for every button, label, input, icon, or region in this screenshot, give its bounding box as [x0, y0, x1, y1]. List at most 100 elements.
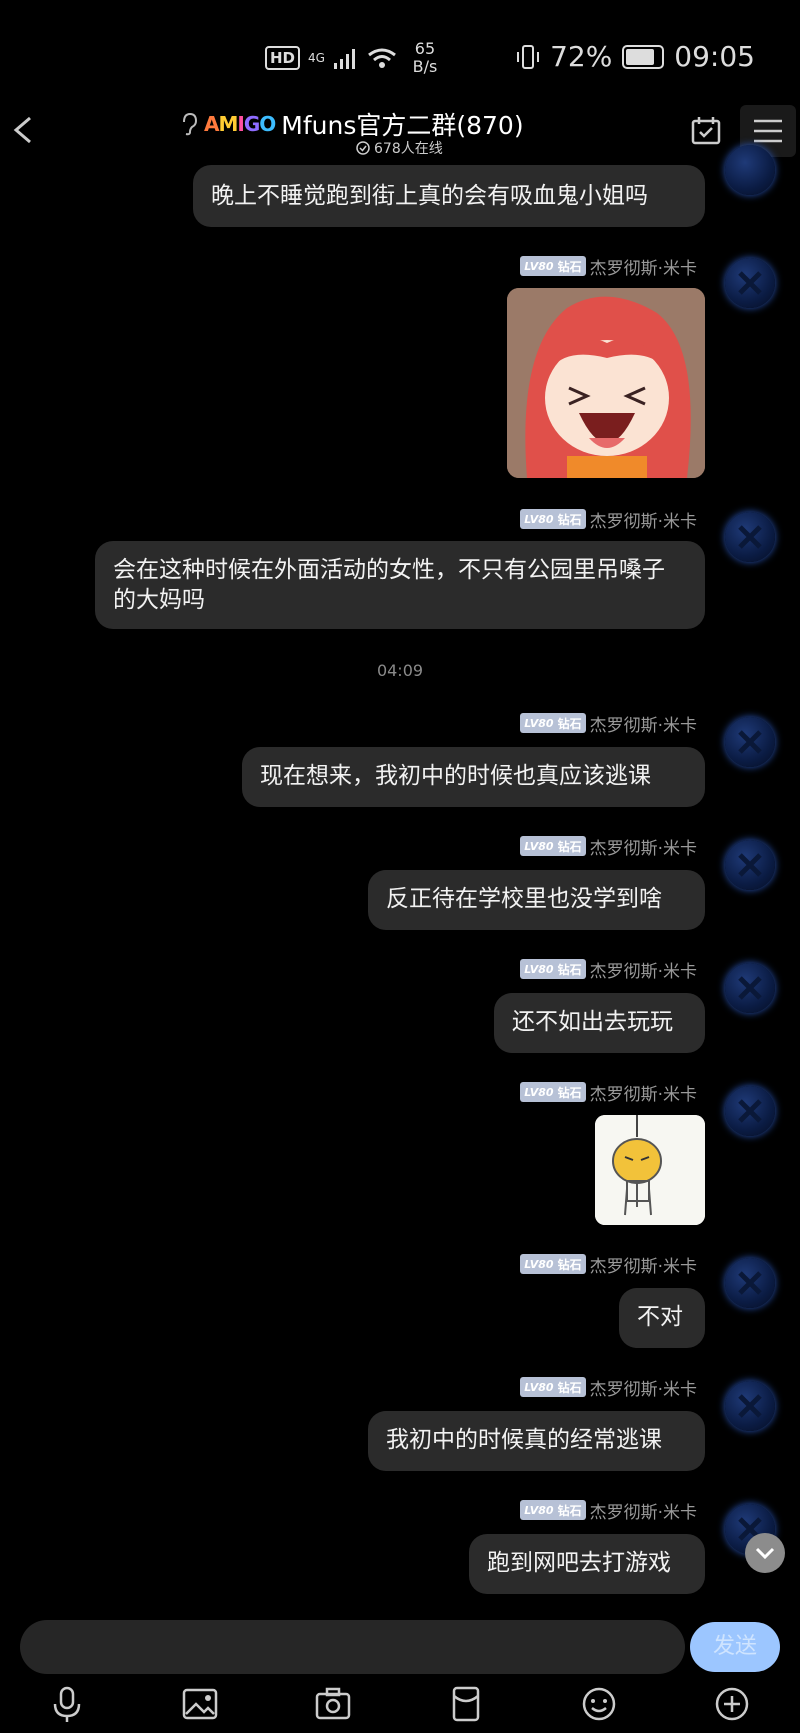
level-badge: LV80 钻石 [520, 509, 586, 529]
hanging-sticker-image [595, 1115, 705, 1225]
chevron-down-icon [755, 1547, 775, 1560]
ear-icon [183, 112, 198, 136]
rank-text: 钻石 [557, 716, 582, 731]
cross-mark-icon [738, 730, 762, 754]
cross-mark-icon [738, 1271, 762, 1295]
anime-girl-laughing-image [507, 288, 705, 478]
microphone-icon[interactable] [45, 1682, 89, 1726]
message-meta: LV80 钻石 杰罗彻斯·米卡 [520, 834, 697, 859]
sender-avatar[interactable] [725, 145, 775, 195]
red-packet-icon[interactable] [444, 1682, 488, 1726]
sender-name[interactable]: 杰罗彻斯·米卡 [590, 957, 697, 982]
sender-avatar[interactable] [725, 963, 775, 1013]
sender-name[interactable]: 杰罗彻斯·米卡 [590, 1375, 697, 1400]
cross-mark-icon [738, 1394, 762, 1418]
image-message[interactable] [507, 288, 705, 478]
rank-text: 钻石 [557, 1380, 582, 1395]
vibrate-icon [517, 44, 540, 69]
message-bubble[interactable]: 跑到网吧去打游戏 [469, 1534, 705, 1594]
level-text: LV80 [524, 259, 554, 273]
message-meta: LV80 钻石 杰罗彻斯·米卡 [520, 1375, 697, 1400]
status-right: 72% 09:05 [516, 40, 755, 73]
message-meta: LV80 钻石 杰罗彻斯·米卡 [520, 1252, 697, 1277]
sticker-message[interactable] [595, 1115, 705, 1225]
cross-mark-icon [738, 1099, 762, 1123]
level-text: LV80 [524, 1085, 554, 1099]
speed-value: 65 [414, 39, 436, 58]
sender-name[interactable]: 杰罗彻斯·米卡 [590, 711, 697, 736]
message-meta: LV80 钻石 杰罗彻斯·米卡 [520, 1498, 697, 1523]
battery-icon [622, 44, 665, 69]
level-text: LV80 [524, 839, 554, 853]
online-check-icon [356, 141, 370, 155]
message-bubble[interactable]: 还不如出去玩玩 [494, 993, 705, 1053]
level-text: LV80 [524, 512, 554, 526]
camera-icon[interactable] [311, 1682, 355, 1726]
message-meta: LV80 钻石 杰罗彻斯·米卡 [520, 507, 697, 532]
sender-avatar[interactable] [725, 1258, 775, 1308]
message-meta: LV80 钻石 杰罗彻斯·米卡 [520, 254, 697, 279]
sender-avatar[interactable] [725, 1381, 775, 1431]
chat-header: AMIGO Mfuns官方二群(870) 678人在线 [0, 100, 800, 165]
network-type: 4G [308, 51, 325, 65]
sender-name[interactable]: 杰罗彻斯·米卡 [590, 834, 697, 859]
level-text: LV80 [524, 962, 554, 976]
online-status: 678人在线 [356, 138, 443, 158]
sender-name[interactable]: 杰罗彻斯·米卡 [590, 507, 697, 532]
level-badge: LV80 钻石 [520, 836, 586, 856]
sender-name[interactable]: 杰罗彻斯·米卡 [590, 1080, 697, 1105]
sender-name[interactable]: 杰罗彻斯·米卡 [590, 1498, 697, 1523]
rank-text: 钻石 [557, 1085, 582, 1100]
amigo-logo: AMIGO [204, 112, 276, 136]
status-left: HD 4G 65 B/s [265, 40, 445, 76]
message-bubble[interactable]: 我初中的时候真的经常逃课 [368, 1411, 705, 1471]
send-button[interactable]: 发送 [690, 1622, 780, 1672]
rank-text: 钻石 [557, 962, 582, 977]
message-meta: LV80 钻石 杰罗彻斯·米卡 [520, 711, 697, 736]
message-bubble[interactable]: 会在这种时候在外面活动的女性，不只有公园里吊嗓子的大妈吗 [95, 541, 705, 629]
rank-text: 钻石 [557, 1257, 582, 1272]
cross-mark-icon [738, 271, 762, 295]
level-text: LV80 [524, 1503, 554, 1517]
plus-icon[interactable] [710, 1682, 754, 1726]
message-meta: LV80 钻石 杰罗彻斯·米卡 [520, 1080, 697, 1105]
message-bubble[interactable]: 晚上不睡觉跑到街上真的会有吸血鬼小姐吗 [193, 165, 705, 227]
level-badge: LV80 钻石 [520, 256, 586, 276]
group-name: Mfuns官方二群(870) [281, 111, 524, 140]
scroll-to-bottom-button[interactable] [745, 1533, 785, 1573]
message-bubble[interactable]: 现在想来，我初中的时候也真应该逃课 [242, 747, 705, 807]
sender-avatar[interactable] [725, 840, 775, 890]
sender-avatar[interactable] [725, 512, 775, 562]
chat-title[interactable]: AMIGO Mfuns官方二群(870) [180, 106, 524, 142]
sender-avatar[interactable] [725, 258, 775, 308]
level-badge: LV80 钻石 [520, 1500, 586, 1520]
sender-avatar[interactable] [725, 717, 775, 767]
speed-unit: B/s [412, 57, 438, 76]
level-badge: LV80 钻石 [520, 959, 586, 979]
sender-name[interactable]: 杰罗彻斯·米卡 [590, 254, 697, 279]
online-count: 678人在线 [374, 141, 443, 157]
wifi-icon [368, 48, 396, 68]
level-badge: LV80 钻石 [520, 1254, 586, 1274]
time-divider: 04:09 [376, 661, 424, 680]
level-badge: LV80 钻石 [520, 713, 586, 733]
network-speed: 65 B/s [405, 40, 445, 76]
hd-indicator: HD [265, 46, 301, 70]
sender-avatar[interactable] [725, 1086, 775, 1136]
battery-percent: 72% [550, 40, 613, 73]
message-bubble[interactable]: 不对 [619, 1288, 705, 1348]
cross-mark-icon [738, 976, 762, 1000]
message-bubble[interactable]: 反正待在学校里也没学到啥 [368, 870, 705, 930]
emoji-icon[interactable] [577, 1682, 621, 1726]
rank-text: 钻石 [557, 512, 582, 527]
cross-mark-icon [738, 525, 762, 549]
sender-name[interactable]: 杰罗彻斯·米卡 [590, 1252, 697, 1277]
image-icon[interactable] [178, 1682, 222, 1726]
calendar-check-icon[interactable] [690, 115, 722, 147]
message-input[interactable] [20, 1620, 685, 1674]
level-badge: LV80 钻石 [520, 1082, 586, 1102]
back-arrow-icon[interactable] [8, 110, 38, 150]
rank-text: 钻石 [557, 839, 582, 854]
signal-icon [333, 49, 355, 69]
level-text: LV80 [524, 716, 554, 730]
